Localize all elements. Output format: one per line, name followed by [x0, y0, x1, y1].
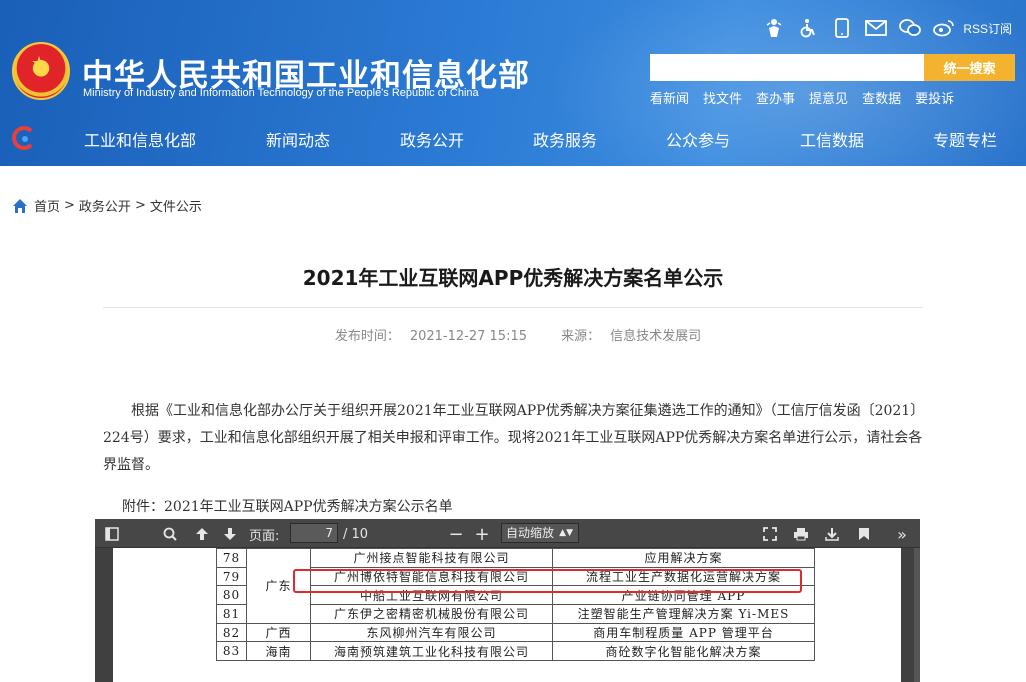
table-row: 82 广西 东风柳州汽车有限公司 商用车制程质量 APP 管理平台	[216, 622, 815, 643]
quick-link-feedback[interactable]: 提意见	[809, 88, 848, 107]
quick-link-news[interactable]: 看新闻	[650, 88, 689, 107]
row-province: 海南	[246, 641, 311, 662]
breadcrumb-separator: >	[134, 198, 146, 213]
row-company: 广东伊之密精密机械股份有限公司	[310, 604, 553, 624]
mobile-icon[interactable]	[825, 14, 859, 42]
home-icon	[13, 198, 27, 213]
source-value: 信息技术发展司	[610, 329, 702, 344]
fullscreen-icon[interactable]	[759, 524, 781, 544]
search-button[interactable]: 统一搜索	[924, 54, 1015, 81]
table-row: 78 广东 广州接点智能科技有限公司 应用解决方案	[216, 548, 815, 624]
quick-link-services[interactable]: 查办事	[756, 88, 795, 107]
wheelchair-icon[interactable]	[791, 14, 825, 42]
row-solution: 商砼数字化智能化解决方案	[552, 641, 815, 662]
emblem-star-icon: ★	[31, 53, 48, 74]
sidebar-toggle-icon[interactable]	[101, 524, 123, 544]
row-number: 82	[216, 622, 247, 643]
attachment-label: 附件：2021年工业互联网APP优秀解决方案公示名单	[122, 499, 453, 515]
row-solution: 商用车制程质量 APP 管理平台	[552, 622, 815, 643]
pdf-viewer: 页面: 7 / 10 − + 自动缩放 ▲▼ » 78 广东 广州接点智能科技有限…	[95, 519, 920, 682]
row-solution: 注塑智能生产管理解决方案 Yi-MES	[552, 604, 815, 624]
quick-links: 看新闻 找文件 查办事 提意见 查数据 要投诉	[650, 88, 954, 107]
chevron-down-icon: ▲▼	[559, 528, 573, 538]
search-input[interactable]	[650, 54, 924, 81]
page-label: 页面:	[249, 528, 280, 544]
row-company: 东风柳州汽车有限公司	[310, 622, 553, 643]
source-label: 来源：	[561, 329, 601, 344]
pdf-page: 78 广东 广州接点智能科技有限公司 应用解决方案 79 广州博依特智能信息科技…	[113, 548, 901, 682]
nav-item-public[interactable]: 公众参与	[666, 127, 730, 151]
pdf-scrollbar[interactable]	[914, 548, 920, 682]
row-company: 海南预筑建筑工业化科技有限公司	[310, 641, 553, 662]
site-subtitle: Ministry of Industry and Information Tec…	[83, 87, 479, 99]
publish-label: 发布时间：	[334, 329, 400, 344]
publish-time: 2021-12-27 15:15	[409, 329, 527, 344]
nav-item-news[interactable]: 新闻动态	[266, 127, 330, 151]
nav-logo-dot	[22, 136, 28, 142]
previous-page-icon[interactable]	[191, 524, 213, 544]
total-pages: / 10	[343, 526, 369, 542]
row-number: 83	[216, 641, 247, 662]
row-number: 80	[216, 585, 247, 606]
wechat-icon[interactable]	[893, 14, 927, 42]
nav-item-ministry[interactable]: 工业和信息化部	[84, 127, 196, 151]
quick-link-files[interactable]: 找文件	[703, 88, 742, 107]
zoom-out-icon[interactable]: −	[445, 524, 467, 545]
nav-item-data[interactable]: 工信数据	[800, 127, 864, 151]
zoom-in-icon[interactable]: +	[471, 524, 493, 545]
print-icon[interactable]	[790, 524, 812, 544]
article-body: 根据《工业和信息化部办公厅关于组织开展2021年工业互联网APP优秀解决方案征集…	[103, 403, 923, 473]
bookmark-icon[interactable]	[853, 524, 875, 544]
quick-link-data[interactable]: 查数据	[862, 88, 901, 107]
zoom-value: 自动缩放	[506, 526, 555, 540]
pdf-toolbar: 页面: 7 / 10 − + 自动缩放 ▲▼ »	[95, 519, 920, 548]
title-divider	[103, 307, 923, 308]
row-solution: 应用解决方案	[552, 548, 815, 568]
zoom-select[interactable]: 自动缩放 ▲▼	[501, 523, 579, 543]
breadcrumb: 首页 > 政务公开 > 文件公示	[12, 196, 202, 215]
more-tools-icon[interactable]: »	[891, 524, 913, 544]
article-title: 2021年工业互联网APP优秀解决方案名单公示	[302, 266, 724, 290]
site-header: ★ 中华人民共和国工业和信息化部 Ministry of Industry an…	[0, 0, 1026, 166]
row-company: 广州接点智能科技有限公司	[310, 548, 553, 568]
find-icon[interactable]	[159, 524, 181, 544]
row-province: 广西	[246, 622, 311, 643]
article-meta: 发布时间： 2021-12-27 15:15 来源： 信息技术发展司	[0, 325, 1026, 344]
row-number: 81	[216, 604, 247, 624]
table-row: 83 海南 海南预筑建筑工业化科技有限公司 商砼数字化智能化解决方案	[216, 641, 815, 662]
quick-link-complaint[interactable]: 要投诉	[915, 88, 954, 107]
nav-item-topics[interactable]: 专题专栏	[933, 127, 997, 151]
accessibility-elder-icon[interactable]	[757, 14, 791, 42]
row-number: 79	[216, 566, 247, 587]
breadcrumb-files[interactable]: 文件公示	[150, 196, 202, 215]
nav-item-gov-open[interactable]: 政务公开	[400, 127, 464, 151]
main-nav: 工业和信息化部 新闻动态 政务公开 政务服务 公众参与 工信数据 专题专栏	[0, 118, 1026, 160]
nav-item-gov-service[interactable]: 政务服务	[533, 127, 597, 151]
download-icon[interactable]	[821, 524, 843, 544]
page-number-input[interactable]: 7	[290, 523, 338, 543]
weibo-icon[interactable]	[927, 14, 961, 42]
breadcrumb-home[interactable]: 首页	[34, 196, 60, 215]
breadcrumb-gov-open[interactable]: 政务公开	[79, 196, 131, 215]
mail-icon[interactable]	[859, 14, 893, 42]
solutions-table: 78 广东 广州接点智能科技有限公司 应用解决方案 79 广州博依特智能信息科技…	[216, 548, 815, 662]
top-icon-bar: RSS订阅	[757, 14, 1012, 42]
highlight-box	[293, 569, 802, 593]
breadcrumb-separator: >	[64, 198, 75, 213]
row-number: 78	[216, 548, 247, 568]
rss-link[interactable]: RSS订阅	[963, 20, 1012, 37]
next-page-icon[interactable]	[219, 524, 241, 544]
